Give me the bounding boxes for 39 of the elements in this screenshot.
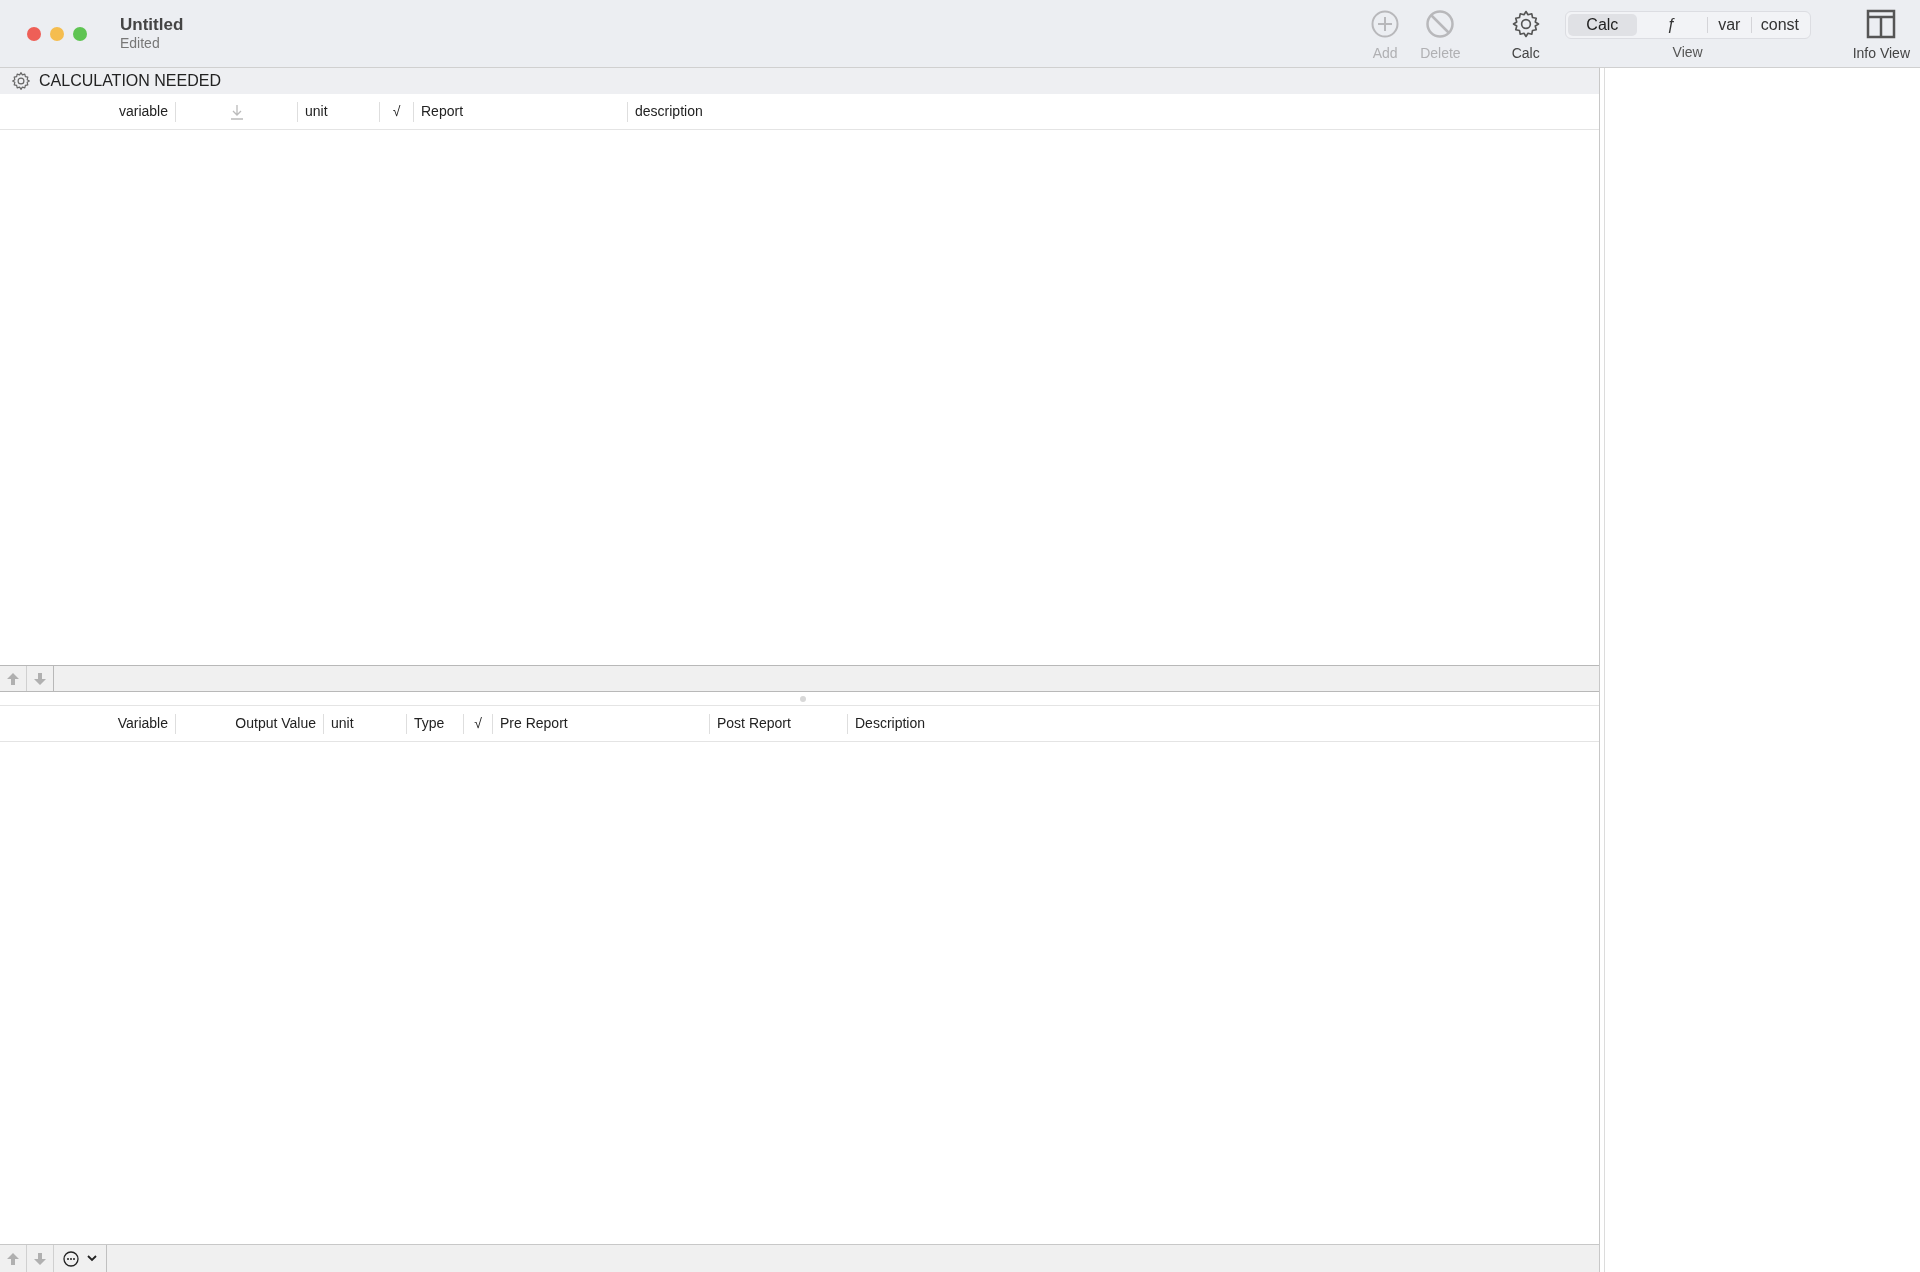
column-header[interactable]: description xyxy=(635,101,703,122)
calc-button[interactable]: Calc xyxy=(1506,9,1545,64)
down-arrow-icon xyxy=(33,671,47,686)
view-segment[interactable]: const xyxy=(1752,13,1808,36)
window-title: Untitled xyxy=(120,14,184,36)
column-header[interactable]: Variable xyxy=(117,713,168,734)
down-arrow-icon xyxy=(33,1251,47,1266)
up-arrow-icon xyxy=(6,1251,20,1266)
splitter-handle[interactable] xyxy=(799,695,806,702)
view-segment[interactable]: var xyxy=(1707,13,1752,36)
column-header[interactable]: unit xyxy=(331,713,354,734)
download-icon xyxy=(229,103,244,120)
column-header[interactable]: Pre Report xyxy=(500,713,568,734)
view-segment[interactable]: ƒ xyxy=(1637,13,1707,36)
view-segment[interactable]: Calc xyxy=(1567,13,1638,36)
column-header[interactable]: √ xyxy=(474,713,482,734)
column-header[interactable]: variable xyxy=(118,101,168,122)
ellipsis-circle-icon xyxy=(63,1250,79,1267)
view-label: View xyxy=(1672,42,1703,62)
minimize-window-button[interactable] xyxy=(50,26,64,41)
info-view-button[interactable]: Info View xyxy=(1852,3,1910,64)
column-header[interactable]: Type xyxy=(414,713,445,734)
column-header[interactable]: Post Report xyxy=(717,713,791,734)
zoom-window-button[interactable] xyxy=(73,26,87,41)
close-window-button[interactable] xyxy=(27,26,41,41)
up-arrow-icon xyxy=(6,671,20,686)
column-header[interactable]: Report xyxy=(421,101,464,122)
status-message: CALCULATION NEEDED xyxy=(39,71,221,91)
gear-icon xyxy=(11,71,31,91)
columns-layout-icon xyxy=(1866,9,1897,39)
column-header[interactable]: unit xyxy=(305,101,328,122)
window-subtitle: Edited xyxy=(120,35,161,53)
plus-circle-icon xyxy=(1370,9,1401,39)
column-header[interactable]: Description xyxy=(855,713,926,734)
column-header[interactable]: √ xyxy=(392,101,401,122)
chevron-down-icon xyxy=(87,1255,97,1262)
gear-icon xyxy=(1510,9,1541,39)
prohibited-icon xyxy=(1425,9,1456,39)
column-header[interactable]: Output Value xyxy=(235,713,316,734)
